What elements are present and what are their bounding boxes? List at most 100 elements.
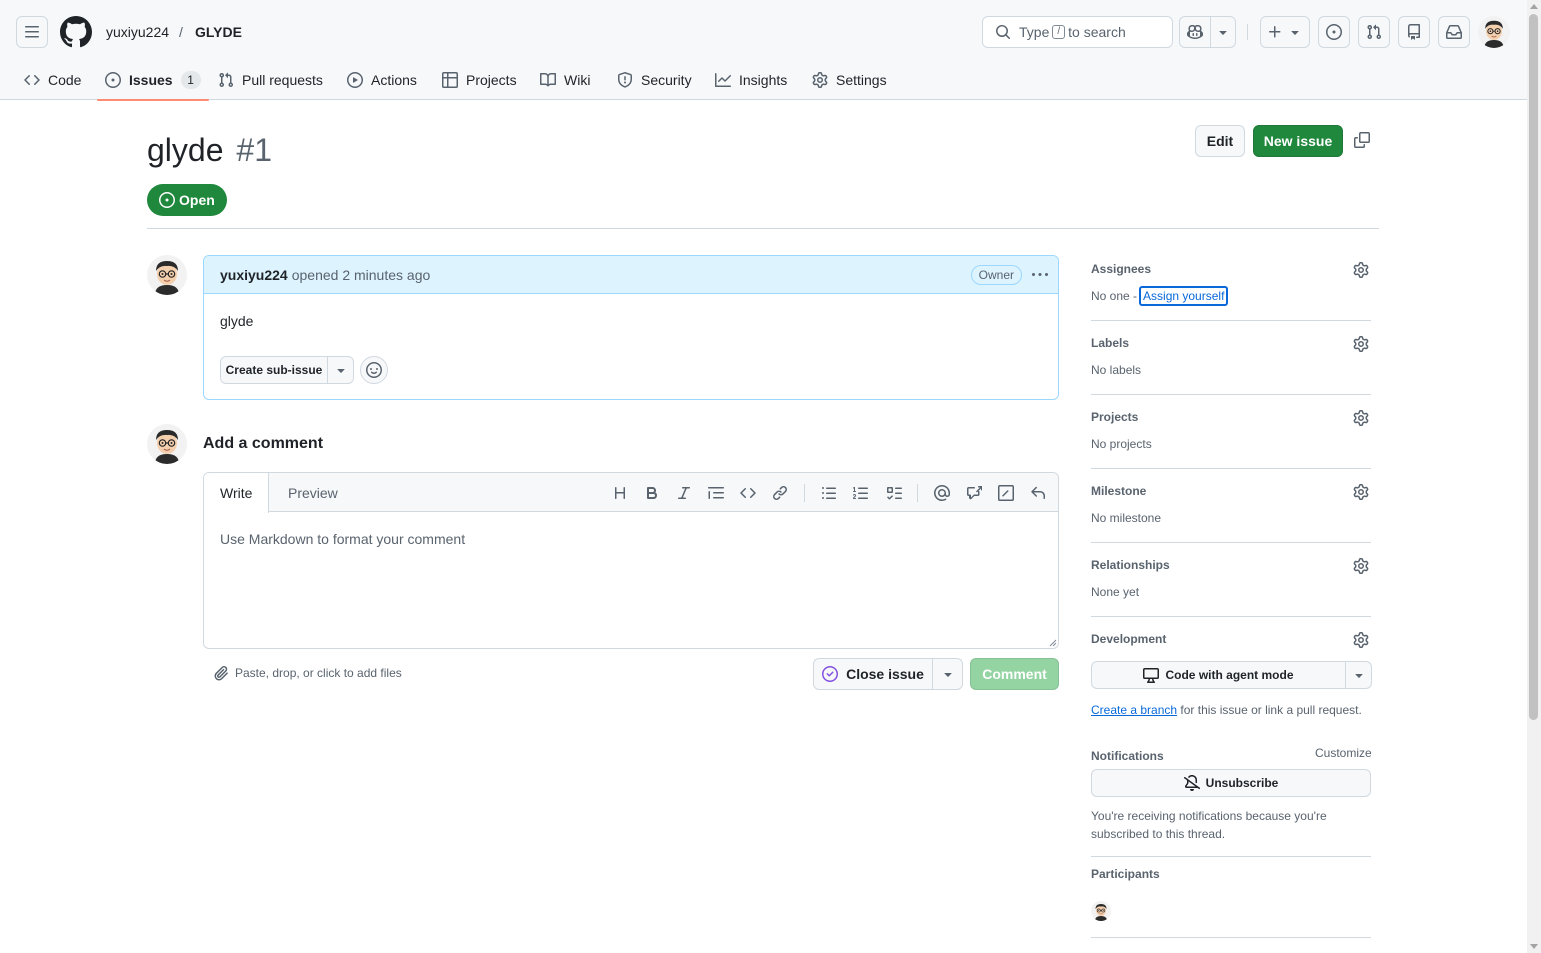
attach-files-button[interactable]: Paste, drop, or click to add files: [213, 665, 402, 681]
comment-submit-button[interactable]: Comment: [970, 658, 1059, 690]
tab-issues[interactable]: Issues 1: [97, 60, 209, 101]
hamburger-menu-button[interactable]: [16, 16, 48, 48]
tab-wiki[interactable]: Wiki: [532, 60, 598, 100]
gear-icon[interactable]: [1353, 558, 1369, 574]
gear-icon[interactable]: [1353, 336, 1369, 352]
search-prefix: Type: [1019, 24, 1050, 40]
page-scrollbar[interactable]: [1527, 0, 1541, 953]
tab-actions[interactable]: Actions: [339, 60, 425, 100]
gear-icon[interactable]: [1353, 632, 1369, 648]
breadcrumb-repo[interactable]: GLYDE: [195, 23, 242, 41]
sub-issue-dropdown-icon[interactable]: [327, 357, 353, 383]
search-input[interactable]: Type / to search: [982, 16, 1173, 48]
sidebar-divider: [1091, 468, 1371, 469]
smiley-icon[interactable]: [360, 356, 388, 384]
assign-yourself-link[interactable]: Assign yourself: [1139, 286, 1229, 306]
link-icon[interactable]: [771, 484, 789, 502]
tab-write[interactable]: Write: [204, 473, 270, 513]
issue-opened-icon: [159, 192, 175, 208]
triangle-down-icon: [1287, 24, 1303, 40]
kebab-horizontal-icon[interactable]: [1032, 267, 1048, 283]
slash-command-icon[interactable]: [997, 484, 1015, 502]
device-desktop-icon: [1143, 668, 1160, 683]
projects-title: Projects: [1091, 410, 1139, 424]
tab-security-label: Security: [641, 72, 692, 88]
breadcrumb-owner[interactable]: yuxiyu224: [106, 23, 169, 41]
create-branch-link[interactable]: Create a branch: [1091, 703, 1177, 717]
sidebar-relationships: Relationships None yet: [1091, 558, 1371, 599]
code-icon: [24, 74, 40, 86]
scrollbar-thumb[interactable]: [1529, 14, 1538, 720]
github-logo-icon[interactable]: [60, 16, 92, 48]
agent-dropdown-icon[interactable]: [1345, 662, 1371, 688]
bold-icon[interactable]: [643, 484, 661, 502]
code-icon[interactable]: [739, 484, 757, 502]
reply-icon[interactable]: [1029, 484, 1047, 502]
cross-reference-icon[interactable]: [965, 484, 983, 502]
copy-link-icon[interactable]: [1354, 132, 1370, 148]
issue-opened-icon: [105, 72, 121, 88]
unordered-list-icon[interactable]: [820, 484, 838, 502]
unsubscribe-button[interactable]: Unsubscribe: [1091, 769, 1371, 797]
milestone-title: Milestone: [1091, 484, 1147, 498]
comment-author-link[interactable]: yuxiyu224: [220, 267, 288, 283]
gear-icon[interactable]: [1353, 484, 1369, 500]
your-issues-button[interactable]: [1318, 16, 1350, 48]
heading-icon[interactable]: [611, 484, 629, 502]
user-avatar[interactable]: [1478, 16, 1510, 48]
tab-security[interactable]: Security: [609, 60, 700, 100]
gear-icon[interactable]: [1353, 262, 1369, 278]
comment-timestamp[interactable]: opened 2 minutes ago: [292, 267, 431, 283]
create-new-button[interactable]: [1260, 16, 1310, 48]
sidebar-divider: [1091, 616, 1371, 617]
scroll-up-arrow-icon[interactable]: [1530, 4, 1538, 9]
tasklist-icon[interactable]: [885, 484, 903, 502]
customize-notifications-link[interactable]: Customize: [1315, 746, 1372, 760]
tab-insights-label: Insights: [739, 72, 788, 88]
new-issue-button[interactable]: New issue: [1253, 125, 1343, 157]
mention-icon[interactable]: [933, 484, 951, 502]
edit-button[interactable]: Edit: [1195, 125, 1245, 157]
scroll-down-arrow-icon[interactable]: [1530, 944, 1538, 949]
issue-title-text: glyde: [147, 132, 224, 168]
quote-icon[interactable]: [707, 484, 725, 502]
comment-textarea[interactable]: Use Markdown to format your comment: [220, 531, 465, 547]
repositories-button[interactable]: [1398, 16, 1430, 48]
participant-avatar[interactable]: [1091, 901, 1111, 921]
create-sub-issue-button[interactable]: Create sub-issue: [220, 356, 354, 384]
toolbar-divider: [804, 484, 805, 502]
sidebar-assignees: Assignees No one - Assign yourself: [1091, 262, 1371, 312]
copilot-icon[interactable]: [1180, 17, 1210, 47]
tab-insights[interactable]: Insights: [707, 60, 795, 100]
code-with-agent-button[interactable]: Code with agent mode: [1091, 661, 1372, 689]
relationships-title: Relationships: [1091, 558, 1170, 572]
tab-code[interactable]: Code: [16, 60, 89, 100]
sidebar-milestone: Milestone No milestone: [1091, 484, 1371, 525]
your-pull-requests-button[interactable]: [1358, 16, 1390, 48]
copilot-button[interactable]: [1179, 16, 1236, 48]
tab-projects[interactable]: Projects: [434, 60, 525, 100]
close-issue-main[interactable]: Close issue: [814, 659, 932, 689]
sidebar-participants: Participants: [1091, 867, 1371, 887]
tab-settings[interactable]: Settings: [804, 60, 895, 100]
close-issue-button[interactable]: Close issue: [813, 658, 963, 690]
ordered-list-icon[interactable]: [852, 484, 870, 502]
hamburger-icon: [25, 26, 39, 38]
plus-icon[interactable]: [1261, 17, 1309, 47]
resize-handle-icon[interactable]: [1049, 639, 1057, 647]
gear-icon: [812, 72, 828, 88]
copilot-dropdown-chevron-icon[interactable]: [1210, 17, 1235, 47]
current-user-avatar: [147, 424, 187, 464]
assignees-none-text: No one -: [1091, 289, 1138, 303]
tab-pull-requests[interactable]: Pull requests: [210, 60, 331, 100]
code-with-agent-main[interactable]: Code with agent mode: [1092, 662, 1345, 688]
author-avatar[interactable]: [147, 255, 187, 295]
italic-icon[interactable]: [675, 484, 693, 502]
sidebar-divider: [1091, 542, 1371, 543]
graph-icon: [715, 73, 731, 87]
gear-icon[interactable]: [1353, 410, 1369, 426]
inbox-button[interactable]: [1438, 16, 1470, 48]
create-sub-issue-label[interactable]: Create sub-issue: [221, 357, 327, 383]
close-issue-dropdown-icon[interactable]: [932, 659, 962, 689]
tab-preview[interactable]: Preview: [272, 473, 354, 512]
